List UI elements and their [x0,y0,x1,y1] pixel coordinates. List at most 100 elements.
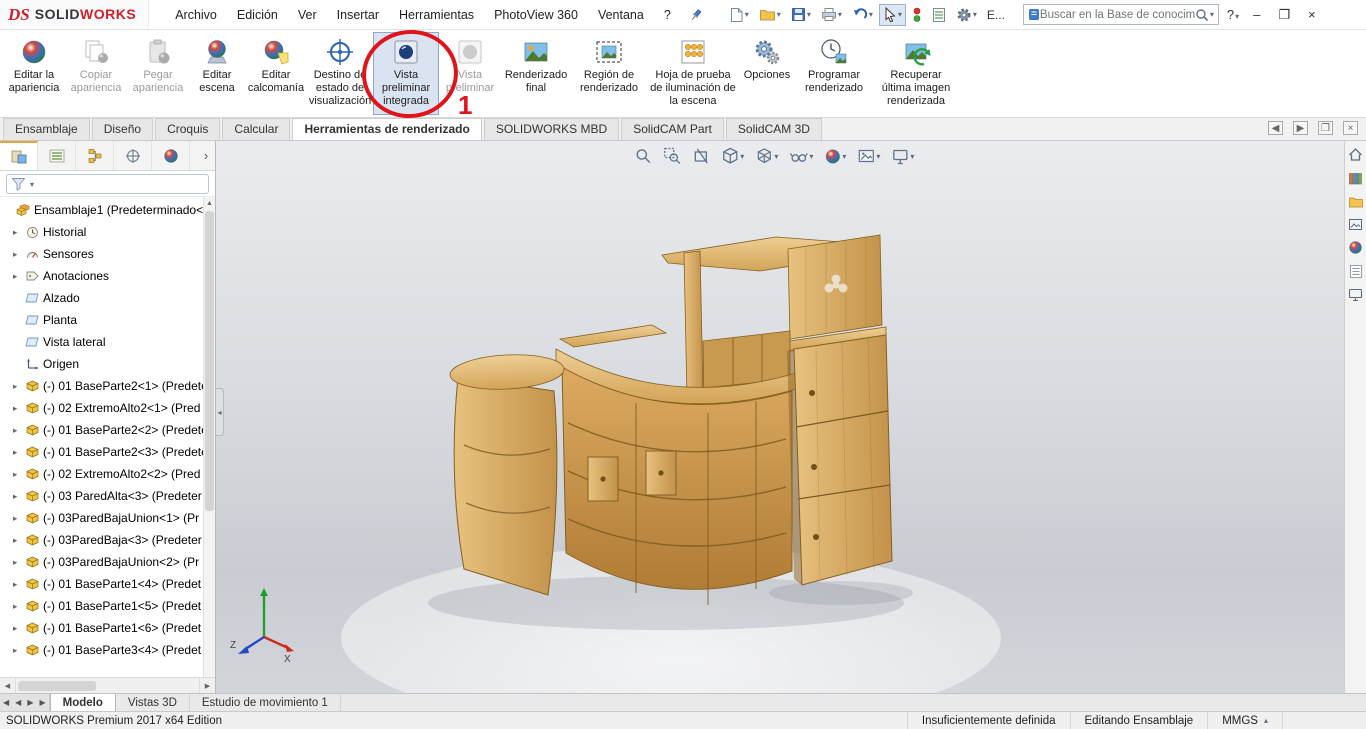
tree-item-component[interactable]: ▸ (-) 03ParedBaja<3> (Predeter [0,529,203,551]
tab-herramientas-de-renderizado[interactable]: Herramientas de renderizado [292,117,482,140]
spreadsheet-icon[interactable] [928,4,950,26]
integrated-preview-button[interactable]: Vista preliminar integrada [373,32,439,115]
tree-item-component[interactable]: ▸ (-) 02 ExtremoAlto2<1> (Pred [0,397,203,419]
new-document-icon[interactable]: ▾ [725,4,753,26]
apply-scene-icon[interactable]: ▾ [856,147,881,165]
feature-manager-tab[interactable] [0,141,38,170]
scroll-thumb[interactable] [205,211,214,511]
expander-icon[interactable]: ▸ [13,491,24,502]
tree-item-planta[interactable]: Planta [0,309,203,331]
view-palette-icon[interactable] [1348,218,1363,231]
custom-properties-icon[interactable] [1349,264,1363,279]
scroll-left-icon[interactable]: ◀ [0,677,16,694]
tree-item-component[interactable]: ▸ (-) 02 ExtremoAlto2<2> (Pred [0,463,203,485]
tree-item-sensores[interactable]: ▸ Sensores [0,243,203,265]
tree-item-component[interactable]: ▸ (-) 03 ParedAlta<3> (Predeter [0,485,203,507]
scroll-right-icon[interactable]: ▶ [199,677,215,694]
tab-diseno[interactable]: Diseño [91,117,154,140]
design-library-icon[interactable] [1348,171,1363,186]
tree-item-component[interactable]: ▸ (-) 01 BaseParte1<6> (Predet [0,617,203,639]
furniture-model[interactable] [216,141,1344,693]
panel-splitter-handle[interactable]: ◂ [216,388,224,436]
tab-ensamblaje[interactable]: Ensamblaje [3,117,90,140]
gear-icon[interactable]: ▾ [952,4,981,26]
print-icon[interactable]: ▾ [817,4,846,25]
menu-archivo[interactable]: Archivo [165,0,227,30]
last-tab-icon[interactable]: ▶ [39,698,45,707]
view-orientation-icon[interactable]: ▾ [720,146,745,166]
tab-modelo[interactable]: Modelo [49,694,116,711]
search-icon[interactable] [1195,8,1209,22]
expander-icon[interactable]: ▸ [13,403,24,414]
forum-icon[interactable] [1348,288,1363,302]
undo-icon[interactable]: ▾ [848,4,877,25]
schedule-render-button[interactable]: Programar renderizado [795,32,873,115]
manager-tabs-expand-icon[interactable]: › [197,141,215,170]
float-panel-icon[interactable]: ❐ [1318,121,1333,135]
tab-solidcam-3d[interactable]: SolidCAM 3D [725,117,822,140]
expander-icon[interactable]: ▸ [13,623,24,634]
expander-icon[interactable]: ▸ [13,469,24,480]
edit-decal-button[interactable]: Editar calcomanía [245,32,307,115]
save-icon[interactable]: ▾ [787,4,815,25]
copy-appearance-button[interactable]: Copiar apariencia [65,32,127,115]
tree-item-vista-lateral[interactable]: Vista lateral [0,331,203,353]
final-render-button[interactable]: Renderizado final [501,32,571,115]
expander-icon[interactable]: ▸ [13,601,24,612]
scroll-thumb[interactable] [18,680,96,691]
tab-solidworks-mbd[interactable]: SOLIDWORKS MBD [483,117,620,140]
tree-filter-input[interactable]: ▾ [6,174,209,194]
maximize-icon[interactable]: ❐ [1278,8,1290,21]
display-manager-tab[interactable] [152,141,190,170]
render-region-button[interactable]: Región de renderizado [571,32,647,115]
graphics-area[interactable]: ▾ ▾ ▾ ▾ ▾ ▾ X Z [216,141,1344,693]
recall-last-image-button[interactable]: Recuperar última imagen renderizada [873,32,959,115]
tree-item-component[interactable]: ▸ (-) 01 BaseParte2<1> (Predete [0,375,203,397]
tree-item-component[interactable]: ▸ (-) 03ParedBajaUnion<2> (Pr [0,551,203,573]
select-cursor-icon[interactable]: ▾ [878,3,906,26]
menu-ver[interactable]: Ver [288,0,327,30]
zoom-area-icon[interactable] [662,146,682,166]
minimize-icon[interactable]: – [1253,8,1260,21]
expander-icon[interactable]: ▸ [13,425,24,436]
tab-vistas-3d[interactable]: Vistas 3D [116,694,190,711]
display-style-icon[interactable]: ▾ [754,146,779,166]
view-settings-icon[interactable]: ▾ [890,147,915,166]
expander-icon[interactable]: ▸ [13,381,24,392]
tree-item-anotaciones[interactable]: ▸ Anotaciones [0,265,203,287]
tree-item-component[interactable]: ▸ (-) 01 BaseParte3<4> (Predet [0,639,203,661]
pin-icon[interactable] [689,8,703,22]
file-explorer-icon[interactable] [1348,195,1364,209]
edit-scene-button[interactable]: Editar escena [189,32,245,115]
left-round-cabinet[interactable] [449,352,565,596]
tree-item-historial[interactable]: ▸ Historial [0,221,203,243]
expander-icon[interactable]: ▸ [13,271,24,282]
menu-edicion[interactable]: Edición [227,0,288,30]
expander-icon[interactable]: ▸ [13,645,24,656]
property-manager-tab[interactable] [38,141,76,170]
dimxpert-manager-tab[interactable] [114,141,152,170]
open-icon[interactable]: ▾ [755,4,785,25]
menu-help[interactable]: ? [654,0,681,30]
tree-item-component[interactable]: ▸ (-) 03ParedBajaUnion<1> (Pr [0,507,203,529]
lighting-proof-sheet-button[interactable]: Hoja de prueba de iluminación de la esce… [647,32,739,115]
expander-icon[interactable]: ▸ [13,557,24,568]
right-upper-cabinet[interactable] [787,234,883,340]
tree-item-alzado[interactable]: Alzado [0,287,203,309]
close-panel-icon[interactable]: × [1343,121,1358,135]
help-icon[interactable]: ?▾ [1227,7,1239,22]
options-button[interactable]: Opciones [739,32,795,115]
toolbar-extra-label[interactable]: E... [987,8,1005,22]
curved-center-desk[interactable] [555,348,797,605]
tree-item-component[interactable]: ▸ (-) 01 BaseParte1<4> (Predet [0,573,203,595]
tree-vertical-scrollbar[interactable]: ▲ [203,197,215,677]
first-tab-icon[interactable]: ◀ [3,698,9,707]
tab-solidcam-part[interactable]: SolidCAM Part [621,117,724,140]
next-tab-icon[interactable]: ▶ [27,698,33,707]
expander-icon[interactable]: ▸ [13,513,24,524]
expander-icon[interactable]: ▸ [13,579,24,590]
traffic-light-icon[interactable] [908,4,926,26]
configuration-manager-tab[interactable] [76,141,114,170]
tree-item-component[interactable]: ▸ (-) 01 BaseParte1<5> (Predet [0,595,203,617]
appearance-ball-icon[interactable]: ▾ [823,147,847,166]
